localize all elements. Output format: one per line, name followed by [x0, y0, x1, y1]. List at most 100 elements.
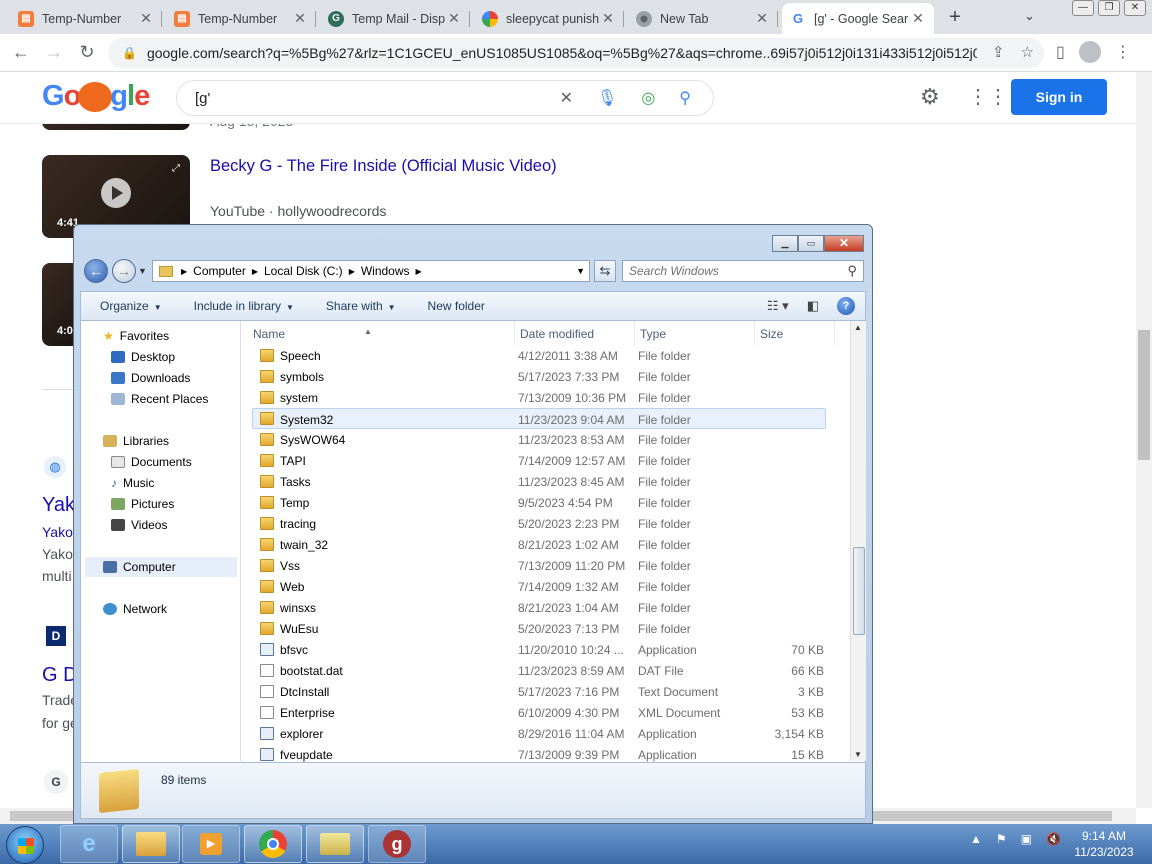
organize-button[interactable]: Organize ▼ — [100, 299, 162, 313]
scroll-up-icon[interactable]: ▲ — [854, 323, 862, 332]
nav-network[interactable]: Network — [103, 602, 167, 616]
nav-recent-places[interactable]: Recent Places — [111, 392, 208, 406]
file-row[interactable]: Web 7/14/2009 1:32 AM File folder — [242, 576, 842, 597]
back-arrow-icon[interactable]: ← — [10, 42, 32, 62]
windows-explorer-taskbar-icon[interactable] — [122, 825, 180, 863]
file-row[interactable]: fveupdate 7/13/2009 9:39 PM Application 15 … — [242, 744, 842, 765]
address-bar[interactable]: 🔒 google.com/search?q=%5Bg%27&rlz=1C1GCE… — [108, 38, 1044, 68]
file-row[interactable]: WuEsu 5/20/2023 7:13 PM File folder — [242, 618, 842, 639]
tab-search-chevron-icon[interactable]: ⌄ — [1024, 8, 1035, 24]
restore-button[interactable]: ❐ — [1098, 0, 1120, 16]
file-row[interactable]: Vss 7/13/2009 11:20 PM File folder — [242, 555, 842, 576]
tab-google-search[interactable]: G [g' - Google Sear ✕ — [782, 3, 934, 34]
page-scroll-thumb[interactable] — [1138, 330, 1150, 460]
share-with-button[interactable]: Share with ▼ — [326, 299, 396, 313]
file-row[interactable]: tracing 5/20/2023 2:23 PM File folder — [242, 513, 842, 534]
chevron-right-icon[interactable]: ▶ — [181, 267, 187, 276]
file-row[interactable]: Speech 4/12/2011 3:38 AM File folder — [242, 345, 842, 366]
sign-in-button[interactable]: Sign in — [1011, 79, 1107, 115]
nav-favorites[interactable]: ★ Favorites — [103, 329, 169, 343]
nav-documents[interactable]: Documents — [111, 455, 192, 469]
tab-temp-number-2[interactable]: ▤ Temp-Number ✕ — [166, 3, 316, 34]
taskbar-clock[interactable]: 9:14 AM 11/23/2023 — [1066, 828, 1142, 860]
file-row[interactable]: DtcInstall 5/17/2023 7:16 PM Text Document… — [242, 681, 842, 702]
nav-music[interactable]: ♪ Music — [111, 476, 154, 490]
volume-muted-icon[interactable]: 🔇 — [1046, 832, 1061, 846]
preview-pane-icon[interactable]: ◧ — [807, 298, 819, 314]
network-tray-icon[interactable]: ▣ — [1021, 832, 1032, 846]
chrome-taskbar-icon[interactable] — [244, 825, 302, 863]
explorer-search-input[interactable]: Search Windows ⚲ — [622, 260, 864, 282]
lens-camera-icon[interactable]: ◎ — [641, 88, 655, 108]
maximize-button[interactable]: ▭ — [798, 235, 824, 252]
column-divider[interactable] — [634, 321, 635, 345]
file-row[interactable]: winsxs 8/21/2023 1:04 AM File folder — [242, 597, 842, 618]
close-icon[interactable]: ✕ — [910, 10, 926, 27]
refresh-icon[interactable]: ⇆ — [594, 260, 616, 282]
recent-pages-chevron-icon[interactable]: ▼ — [138, 266, 147, 276]
file-row[interactable]: System32 11/23/2023 9:04 AM File folder — [252, 408, 826, 429]
include-in-library-button[interactable]: Include in library ▼ — [194, 299, 294, 313]
file-row[interactable]: symbols 5/17/2023 7:33 PM File folder — [242, 366, 842, 387]
reload-icon[interactable]: ↻ — [76, 42, 98, 62]
file-row[interactable]: TAPI 7/14/2009 12:57 AM File folder — [242, 450, 842, 471]
tab-new-tab[interactable]: New Tab ✕ — [628, 3, 778, 34]
breadcrumb-local-disk[interactable]: Local Disk (C:) — [264, 264, 343, 278]
google-doodle-logo[interactable]: Go gle — [42, 80, 150, 113]
close-button[interactable]: ✕ — [824, 235, 864, 252]
tab-sleepycat[interactable]: sleepycat punish ✕ — [474, 3, 624, 34]
google-search-box[interactable]: [g' ✕ 🎙 ◎ ⚲ — [176, 80, 714, 116]
settings-gear-icon[interactable]: ⚙ — [920, 84, 940, 110]
column-divider[interactable] — [834, 321, 835, 345]
nav-videos[interactable]: Videos — [111, 518, 167, 532]
start-button[interactable] — [6, 826, 44, 864]
play-icon[interactable] — [101, 178, 131, 208]
close-icon[interactable]: ✕ — [600, 10, 616, 27]
chrome-menu-icon[interactable]: ⋮ — [1115, 42, 1131, 62]
file-row[interactable]: bfsvc 11/20/2010 10:24 ... Application 70 K… — [242, 639, 842, 660]
file-row[interactable]: Temp 9/5/2023 4:54 PM File folder — [242, 492, 842, 513]
chevron-right-icon[interactable]: ▶ — [252, 267, 258, 276]
tab-temp-number-1[interactable]: ▤ Temp-Number ✕ — [10, 3, 162, 34]
column-size[interactable]: Size — [760, 327, 783, 341]
bookmark-star-icon[interactable]: ☆ — [1021, 43, 1034, 61]
forward-arrow-icon[interactable]: → — [43, 42, 65, 62]
action-center-flag-icon[interactable]: ⚑ — [996, 832, 1007, 846]
address-dropdown-icon[interactable]: ▼ — [576, 266, 585, 276]
change-view-icon[interactable]: ☷ ▾ — [767, 298, 789, 314]
column-date-modified[interactable]: Date modified — [520, 327, 594, 341]
media-player-icon[interactable]: ▶ — [182, 825, 240, 863]
chevron-right-icon[interactable]: ▶ — [349, 267, 355, 276]
share-icon[interactable]: ⇪ — [992, 43, 1005, 61]
show-hidden-icons-icon[interactable]: ▲ — [970, 832, 982, 846]
clear-icon[interactable]: ✕ — [560, 88, 573, 108]
forward-arrow-icon[interactable]: → — [112, 259, 136, 283]
nav-libraries[interactable]: Libraries — [103, 434, 169, 448]
new-folder-button[interactable]: New folder — [428, 299, 485, 313]
file-list-scrollbar[interactable]: ▲ ▼ — [850, 321, 866, 761]
expand-icon[interactable]: ⤢ — [172, 163, 180, 174]
nav-desktop[interactable]: Desktop — [111, 350, 175, 364]
breadcrumb-windows[interactable]: Windows — [361, 264, 410, 278]
back-arrow-icon[interactable]: ← — [84, 259, 108, 283]
url-text[interactable]: google.com/search?q=%5Bg%27&rlz=1C1GCEU_… — [147, 45, 977, 61]
search-icon[interactable]: ⚲ — [847, 263, 857, 279]
minimize-button[interactable]: ▁ — [772, 235, 798, 252]
tab-temp-mail[interactable]: G Temp Mail - Disp ✕ — [320, 3, 470, 34]
column-type[interactable]: Type — [640, 327, 666, 341]
column-name[interactable]: Name — [253, 327, 285, 341]
result-title-peek[interactable]: Yak — [42, 494, 75, 517]
result-title-link[interactable]: Becky G - The Fire Inside (Official Musi… — [210, 157, 557, 176]
profile-avatar-icon[interactable] — [1078, 41, 1101, 63]
nav-pictures[interactable]: Pictures — [111, 497, 174, 511]
explorer-window-taskbar-icon[interactable] — [306, 825, 364, 863]
chevron-right-icon[interactable]: ▶ — [416, 267, 422, 276]
scroll-thumb[interactable] — [853, 547, 865, 635]
nav-downloads[interactable]: Downloads — [111, 371, 190, 385]
app-g-icon[interactable]: g — [368, 825, 426, 863]
column-divider[interactable] — [514, 321, 515, 345]
file-row[interactable]: twain_32 8/21/2023 1:02 AM File folder — [242, 534, 842, 555]
internet-explorer-icon[interactable]: e — [60, 825, 118, 863]
side-panel-icon[interactable]: ▯ — [1056, 42, 1065, 62]
help-icon[interactable]: ? — [837, 297, 855, 315]
